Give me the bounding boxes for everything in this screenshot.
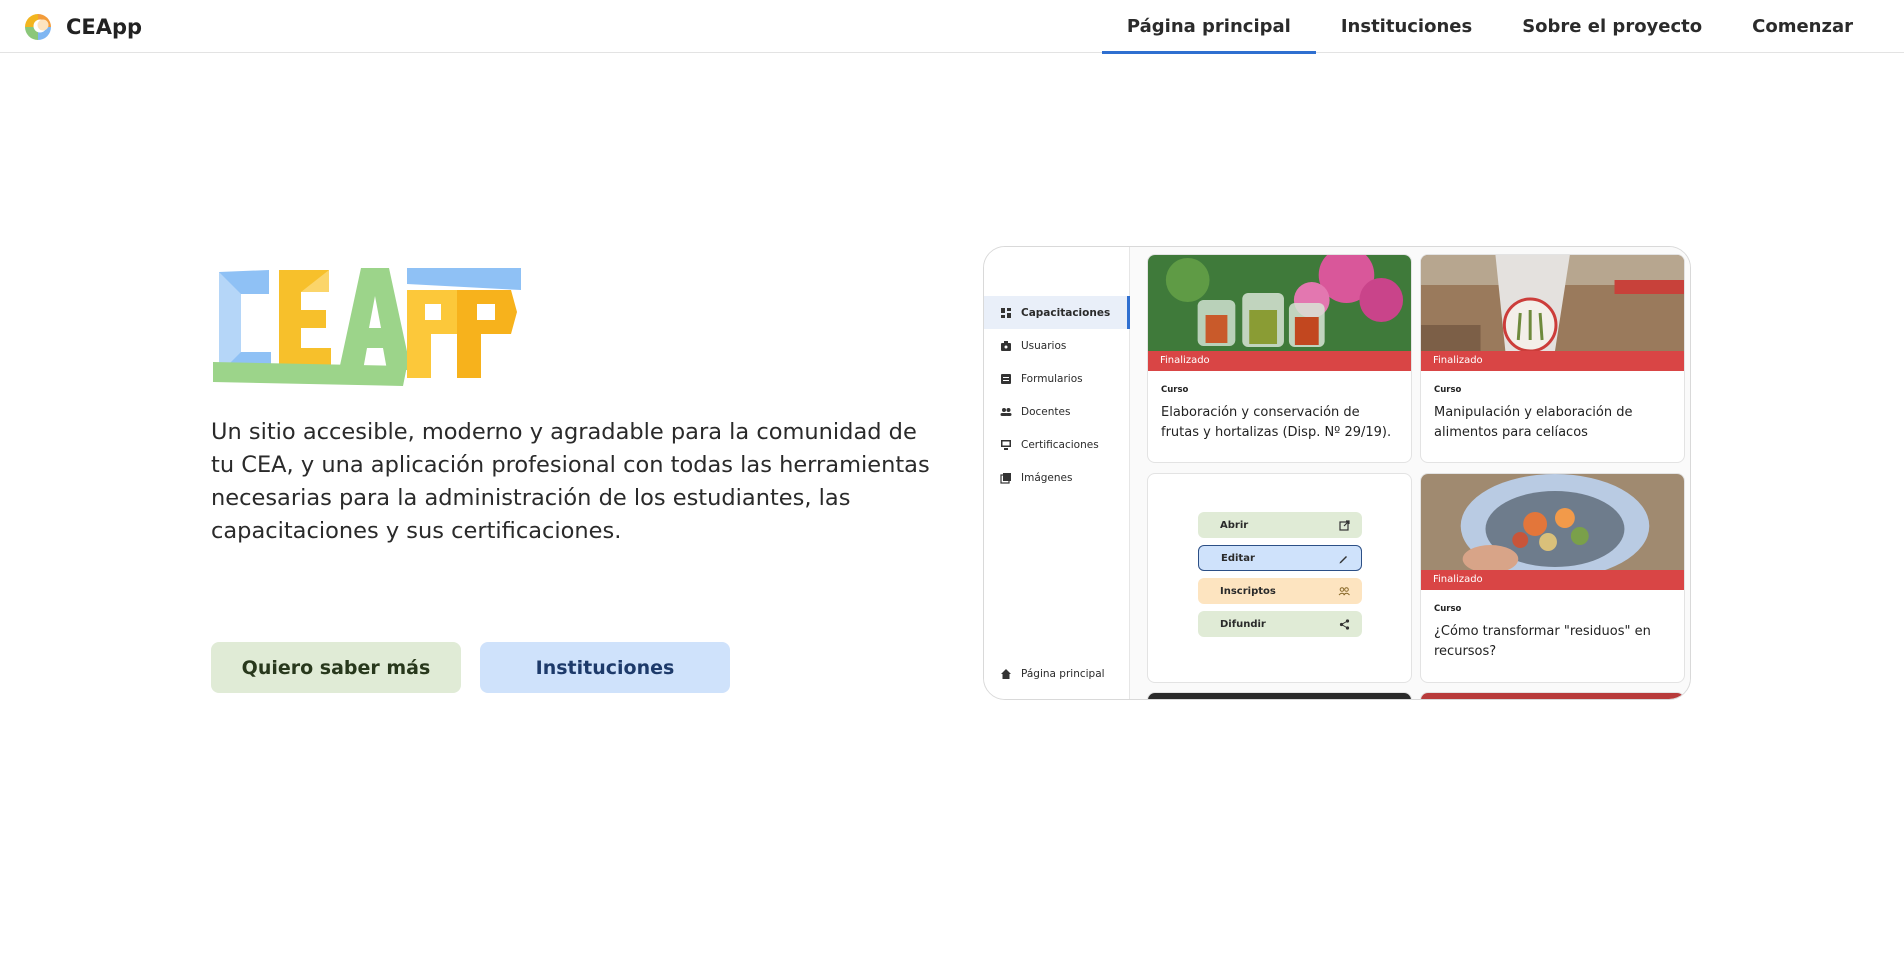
learn-more-button[interactable]: Quiero saber más (211, 642, 461, 693)
app-preview: Capacitaciones Usuarios Formularios Doce… (983, 246, 1691, 700)
status-badge: Finalizado (1148, 351, 1411, 371)
share-action: Difundir (1198, 611, 1362, 637)
open-label: Abrir (1220, 519, 1249, 531)
card-kind: Curso (1434, 385, 1462, 395)
jars-image (1148, 255, 1411, 351)
course-card: Finalizado Curso Elaboración y conservac… (1147, 254, 1412, 463)
card-kind: Curso (1434, 604, 1462, 614)
edit-action: Editar (1198, 545, 1362, 571)
images-icon (1000, 472, 1011, 484)
certificate-icon (1001, 439, 1011, 450)
course-card: Finalizado Curso Manipulación y elaborac… (1420, 254, 1685, 463)
sidebar-item-label: Formularios (1021, 372, 1083, 385)
sidebar-item-capacitaciones: Capacitaciones (984, 296, 1130, 329)
brand-name: CEApp (66, 15, 143, 39)
card-title: Elaboración y conservación de frutas y h… (1161, 405, 1392, 440)
enrolled-label: Inscriptos (1220, 585, 1276, 597)
sidebar-item-imagenes: Imágenes (984, 461, 1130, 494)
card-title: Manipulación y elaboración de alimentos … (1434, 405, 1633, 440)
nav-institutions[interactable]: Instituciones (1316, 0, 1497, 53)
home-icon (1001, 668, 1011, 679)
main-nav: Página principal Instituciones Sobre el … (1101, 0, 1878, 54)
sidebar-item-label: Docentes (1021, 405, 1071, 418)
edit-label: Editar (1221, 552, 1255, 564)
compost-image (1421, 474, 1684, 570)
sidebar-item-label: Imágenes (1021, 471, 1073, 484)
course-card-partial (1147, 692, 1412, 699)
open-action: Abrir (1198, 512, 1362, 538)
status-badge: Finalizado (1421, 351, 1684, 371)
top-bar: CEApp Página principal Instituciones Sob… (0, 0, 1904, 54)
enrolled-action: Inscriptos (1198, 578, 1362, 604)
open-external-icon (1339, 519, 1350, 531)
nav-home[interactable]: Página principal (1101, 0, 1316, 54)
market-image (1421, 255, 1684, 351)
sidebar-item-formularios: Formularios (984, 362, 1130, 395)
sidebar-item-docentes: Docentes (984, 395, 1130, 428)
ceapp-logo-icon (25, 14, 51, 40)
pencil-icon (1339, 555, 1347, 563)
actions-card: Abrir Editar Inscriptos Difundir (1147, 473, 1412, 683)
sidebar-item-home: Página principal (984, 657, 1130, 690)
nav-start[interactable]: Comenzar (1727, 0, 1878, 53)
dashboard-icon (1001, 307, 1011, 318)
nav-about[interactable]: Sobre el proyecto (1497, 0, 1727, 53)
badge-icon (1001, 340, 1011, 351)
people-icon (1000, 407, 1012, 416)
share-icon (1339, 618, 1350, 630)
sidebar-item-label: Usuarios (1021, 339, 1067, 352)
form-icon (1001, 373, 1011, 384)
brand-home-link[interactable]: CEApp (22, 10, 142, 44)
preview-main: Finalizado Curso Elaboración y conservac… (1130, 247, 1690, 699)
institutions-button[interactable]: Instituciones (480, 642, 730, 693)
sidebar-item-label: Página principal (1021, 667, 1105, 680)
course-card: Finalizado Curso ¿Cómo transformar "resi… (1420, 473, 1685, 683)
course-card-partial (1420, 692, 1685, 699)
status-badge: Finalizado (1421, 570, 1684, 590)
card-kind: Curso (1161, 385, 1189, 395)
ceapp-hero-logo (213, 268, 521, 386)
hero-description: Un sitio accesible, moderno y agradable … (211, 419, 930, 544)
share-label: Difundir (1220, 618, 1266, 630)
card-title: ¿Cómo transformar "residuos" en recursos… (1434, 624, 1651, 659)
sidebar-item-label: Certificaciones (1021, 438, 1099, 451)
sidebar-item-certificaciones: Certificaciones (984, 428, 1130, 461)
preview-sidebar: Capacitaciones Usuarios Formularios Doce… (984, 247, 1130, 699)
people-icon (1338, 586, 1350, 595)
sidebar-item-label: Capacitaciones (1021, 306, 1111, 319)
sidebar-item-usuarios: Usuarios (984, 329, 1130, 362)
